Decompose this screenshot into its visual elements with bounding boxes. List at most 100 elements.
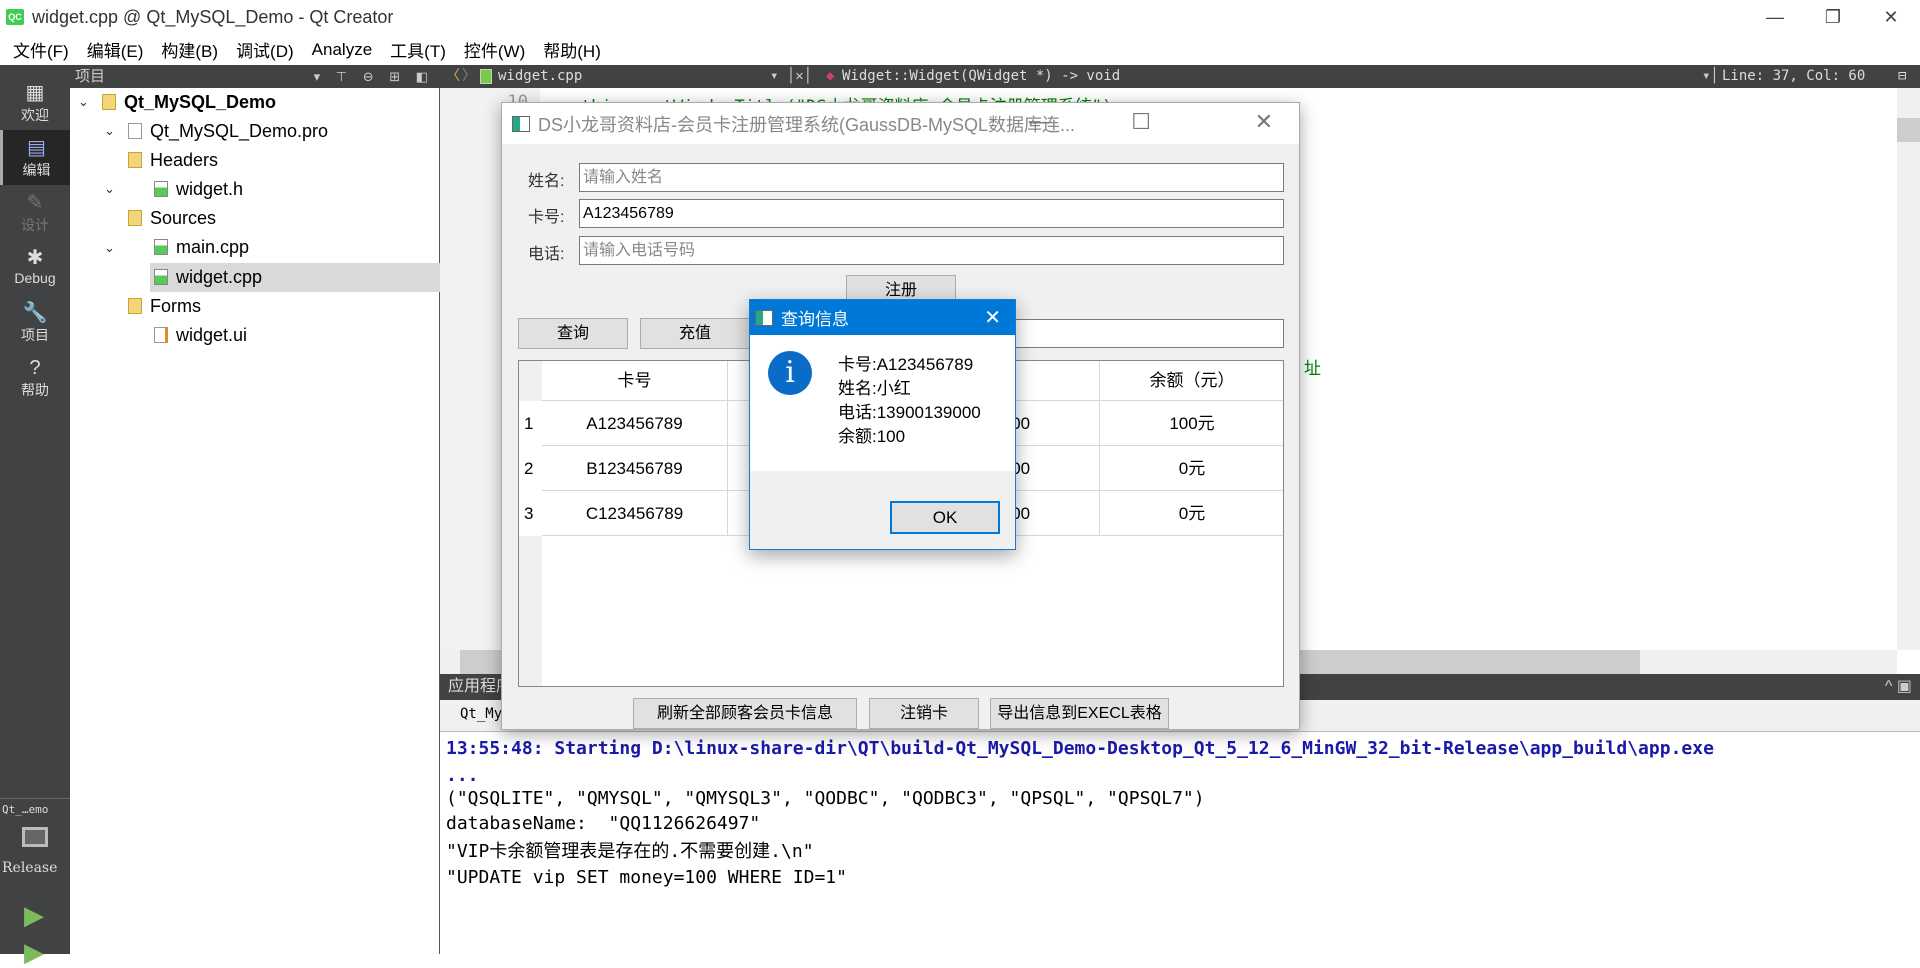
mode-design[interactable]: ✎ 设计 — [0, 185, 70, 240]
output-tab[interactable]: Qt_My — [460, 706, 502, 722]
forward-icon[interactable]: 〉 — [462, 65, 476, 88]
help-icon: ? — [29, 357, 41, 379]
refresh-all-button[interactable]: 刷新全部顾客会员卡信息 — [633, 698, 857, 729]
cell-balance[interactable]: 0元 — [1100, 446, 1283, 491]
cell-card[interactable]: B123456789 — [542, 446, 728, 491]
chevron-down-icon[interactable]: ⌄ — [104, 181, 115, 197]
qt-creator-icon: QC — [6, 9, 24, 25]
folder-icon — [128, 152, 142, 168]
chevron-down-icon[interactable]: ⌄ — [104, 240, 115, 256]
header-card[interactable]: 卡号 — [542, 361, 728, 401]
tree-widget-cpp[interactable]: widget.cpp — [150, 263, 440, 292]
dropdown-icon[interactable]: ▾ │✕│ — [770, 65, 812, 88]
monitor-icon[interactable] — [22, 827, 48, 847]
mode-help[interactable]: ? 帮助 — [0, 350, 70, 405]
cursor-position[interactable]: Line: 37, Col: 60 — [1722, 65, 1865, 88]
cell-card[interactable]: A123456789 — [542, 401, 728, 446]
cell-balance[interactable]: 100元 — [1100, 401, 1283, 446]
dialog-body: i 卡号:A123456789 姓名:小红 电话:13900139000 余额:100 — [750, 335, 1015, 471]
output-line: "UPDATE vip SET money=100 WHERE ID=1" — [446, 867, 847, 888]
ok-button[interactable]: OK — [890, 501, 1000, 534]
tree-project[interactable]: Qt_MySQL_Demo — [102, 88, 276, 117]
file-icon — [154, 181, 168, 197]
restore-button[interactable]: ❐ — [1804, 0, 1862, 34]
dialog-app-icon — [755, 309, 773, 326]
menu-bar: 文件(F) 编辑(E) 构建(B) 调试(D) Analyze 工具(T) 控件… — [0, 34, 1920, 65]
chevron-down-icon[interactable]: ⌄ — [78, 94, 89, 110]
minimize-button[interactable]: — — [1746, 0, 1804, 34]
ui-file-icon — [154, 327, 168, 343]
wrench-icon: 🔧 — [22, 302, 48, 324]
kit-project[interactable]: Qt_…emo — [2, 803, 48, 816]
folder-icon — [102, 94, 116, 110]
code-fragment: 址 — [1304, 359, 1321, 379]
dialog-close-button[interactable]: ✕ — [984, 305, 1001, 330]
close-button[interactable]: ✕ — [1862, 0, 1920, 34]
cancel-card-button[interactable]: 注销卡 — [869, 698, 979, 729]
app-minimize-button[interactable]: — — [1029, 111, 1049, 134]
menu-build[interactable]: 构建(B) — [152, 37, 227, 62]
tree-widget-h[interactable]: widget.h — [154, 175, 243, 204]
query-button[interactable]: 查询 — [518, 318, 628, 349]
card-label: 卡号: — [528, 209, 565, 226]
file-icon — [154, 269, 168, 285]
pro-file-icon — [128, 123, 142, 139]
editor-vertical-scrollbar[interactable] — [1897, 88, 1920, 650]
edit-doc-icon: ▤ — [27, 137, 46, 159]
mode-welcome[interactable]: ▦ 欢迎 — [0, 75, 70, 130]
function-combo[interactable]: Widget::Widget(QWidget *) -> void — [842, 65, 1120, 88]
split-icon[interactable]: ⊟ — [1898, 65, 1906, 88]
mode-projects[interactable]: 🔧 项目 — [0, 295, 70, 350]
tree-headers[interactable]: Headers — [128, 146, 218, 175]
header-balance[interactable]: 余额（元） — [1100, 361, 1283, 401]
mode-edit[interactable]: ▤ 编辑 — [0, 130, 70, 185]
dropdown-icon[interactable]: ▾│ — [1702, 65, 1719, 88]
back-icon[interactable]: 〈 — [446, 65, 460, 88]
panel-tools-icons[interactable]: ▾ ⊤ ⊖ ⊞ ◧ — [314, 65, 434, 88]
output-line: ("QSQLITE", "QMYSQL", "QMYSQL3", "QODBC"… — [446, 788, 1205, 809]
bug-icon: ✱ — [26, 247, 44, 269]
application-output[interactable]: 13:55:48: Starting D:\linux-share-dir\QT… — [440, 732, 1897, 954]
cell-balance[interactable]: 0元 — [1100, 491, 1283, 536]
phone-label: 电话: — [528, 246, 565, 263]
menu-edit[interactable]: 编辑(E) — [78, 37, 153, 62]
menu-debug[interactable]: 调试(D) — [227, 37, 303, 62]
name-label: 姓名: — [528, 173, 565, 190]
menu-file[interactable]: 文件(F) — [4, 37, 78, 62]
app-maximize-button[interactable]: ☐ — [1131, 109, 1151, 135]
app-close-button[interactable]: ✕ — [1255, 109, 1273, 135]
menu-controls[interactable]: 控件(W) — [455, 37, 534, 62]
card-input[interactable]: A123456789 — [579, 199, 1284, 228]
info-icon: i — [768, 351, 812, 395]
output-line: databaseName: "QQ1126626497" — [446, 813, 761, 834]
cell-card[interactable]: C123456789 — [542, 491, 728, 536]
row-number: 3 — [519, 491, 542, 536]
tree-widget-ui[interactable]: widget.ui — [154, 321, 247, 350]
mode-debug[interactable]: ✱ Debug — [0, 240, 70, 295]
output-line: ... — [446, 765, 479, 786]
export-excel-button[interactable]: 导出信息到EXECL表格 — [990, 698, 1169, 729]
chevron-down-icon[interactable]: ⌄ — [104, 123, 115, 139]
folder-icon — [128, 298, 142, 314]
editor-toolbar: 〈 〉 widget.cpp ▾ │✕│ ◆ Widget::Widget(QW… — [440, 65, 1920, 88]
row-number: 2 — [519, 446, 542, 491]
file-icon — [480, 69, 492, 84]
menu-help[interactable]: 帮助(H) — [534, 37, 610, 62]
row-number: 1 — [519, 401, 542, 446]
open-file-combo[interactable]: widget.cpp — [498, 65, 582, 88]
phone-input[interactable]: 请输入电话号码 — [579, 236, 1284, 265]
recharge-button[interactable]: 充值 — [640, 318, 750, 349]
tree-sources[interactable]: Sources — [128, 204, 216, 233]
dialog-title: 查询信息 — [781, 310, 849, 329]
pane-controls-icon[interactable]: ^ ▣ — [1885, 674, 1912, 700]
tree-main-cpp[interactable]: main.cpp — [154, 233, 249, 262]
menu-tools[interactable]: 工具(T) — [381, 37, 455, 62]
tree-pro-file[interactable]: Qt_MySQL_Demo.pro — [128, 117, 328, 146]
window-title: widget.cpp @ Qt_MySQL_Demo - Qt Creator — [32, 6, 394, 27]
tree-forms[interactable]: Forms — [128, 292, 201, 321]
debug-run-icon[interactable]: ▶ — [24, 937, 44, 968]
name-input[interactable]: 请输入姓名 — [579, 163, 1284, 192]
app-title-bar: DS小龙哥资料店-会员卡注册管理系统(GaussDB-MySQL数据库连... … — [502, 103, 1299, 144]
menu-analyze[interactable]: Analyze — [303, 40, 381, 60]
run-icon[interactable]: ▶ — [24, 900, 44, 931]
